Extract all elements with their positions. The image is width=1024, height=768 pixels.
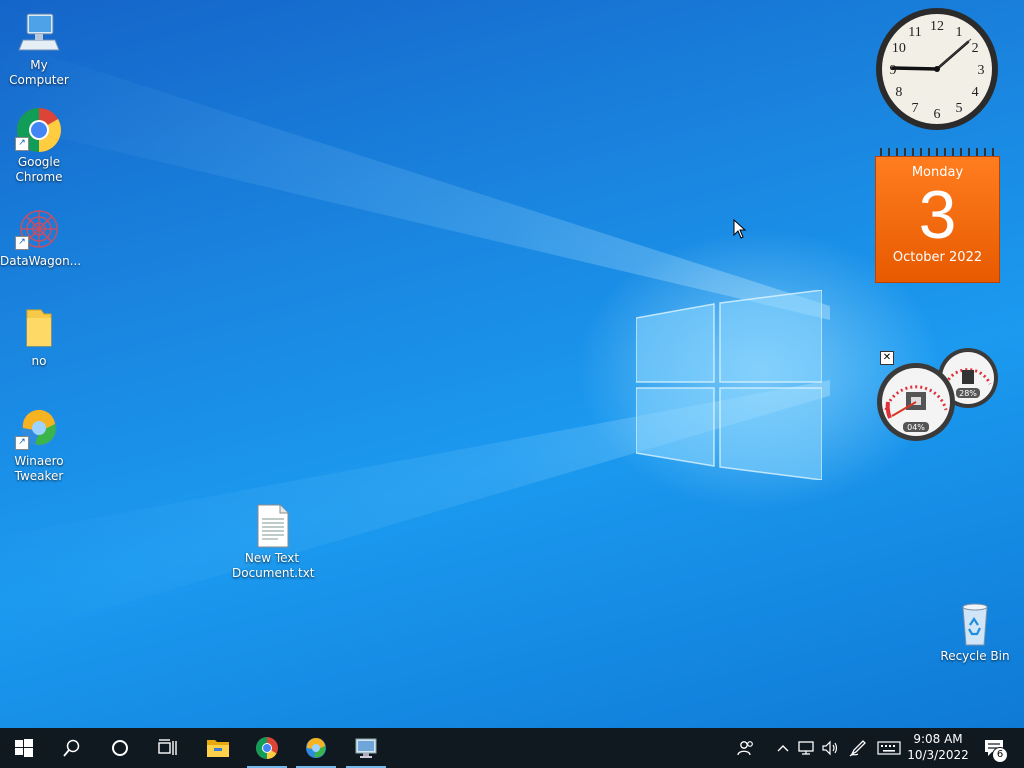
people-button[interactable] [734,728,758,768]
taskbar-remote-desktop[interactable] [342,728,390,768]
clock-numeral: 4 [972,85,979,100]
volume-icon [822,740,838,756]
taskbar-file-explorer[interactable] [194,728,242,768]
clock-gadget[interactable]: 12 12 3 45678 9 1011 [874,6,1000,132]
clock-numeral: 7 [912,101,919,116]
cortana-icon [112,740,128,756]
desktop-icon-new-text-document[interactable]: New Text Document.txt [232,503,315,581]
text-file-icon [248,503,296,549]
pen-icon [849,740,866,757]
clock-numeral: 12 [930,19,944,34]
taskbar-time: 9:08 AM [913,732,963,746]
clock-hour-hand [891,66,939,71]
clock-numeral: 11 [908,25,921,40]
taskbar-winaero-tweaker[interactable] [292,728,340,768]
desktop-icon-my-computer[interactable]: My Computer [0,10,78,88]
windows-ink-button[interactable] [846,728,870,768]
clock-numeral: 3 [978,63,985,78]
desktop[interactable]: My Computer ↗ Google Chrome ↗ DataWagon.… [0,0,1024,728]
desktop-icon-folder-no[interactable]: no [0,306,78,369]
ram-chip-icon [962,370,974,384]
cortana-button[interactable] [96,728,144,768]
windows-logo [636,290,822,480]
desktop-icon-label: DataWagon... [0,254,82,268]
clock-numeral: 2 [972,41,979,56]
start-button[interactable] [0,728,48,768]
desktop-icon-winaero-tweaker[interactable]: ↗ Winaero Tweaker [0,406,78,484]
taskbar-chrome[interactable] [243,728,291,768]
keyboard-icon [877,741,901,755]
chevron-up-icon [777,745,789,752]
shortcut-arrow-icon: ↗ [15,436,29,450]
cpu-percent-text: 04% [907,423,925,432]
desktop-icon-recycle-bin[interactable]: Recycle Bin [936,601,1014,664]
desktop-icon-datawagon[interactable]: ↗ DataWagon... [0,206,82,269]
cpu-meter-gadget[interactable]: 28% 04% [876,346,1000,442]
start-icon [15,739,33,757]
datawagon-icon: ↗ [15,206,63,252]
touch-keyboard-button[interactable] [874,728,904,768]
desktop-icon-label: Winaero Tweaker [14,454,64,483]
clock-numeral: 6 [934,107,941,122]
search-icon [63,739,80,757]
calendar-day-number: 3 [918,177,957,253]
task-view-button[interactable] [144,728,192,768]
task-view-icon [158,739,177,755]
taskbar: 9:08 AM 10/3/2022 [0,728,1024,768]
desktop-icon-label: My Computer [9,58,69,87]
desktop-icon-label: no [31,354,47,368]
desktop-icon-google-chrome[interactable]: ↗ Google Chrome [0,107,78,185]
volume-button[interactable] [819,728,841,768]
network-button[interactable] [796,728,818,768]
clock-numeral: 8 [895,85,902,100]
clock-numeral: 10 [892,41,906,56]
wallpaper-beam [0,40,830,320]
ram-percent-text: 28% [959,389,977,398]
winaero-icon [306,737,326,758]
computer-icon [15,10,63,56]
desktop-icon-label: Recycle Bin [940,649,1010,663]
chrome-icon: ↗ [15,107,63,153]
desktop-icon-label: Google Chrome [15,155,63,184]
chrome-icon [256,737,278,759]
shortcut-arrow-icon: ↗ [15,236,29,250]
show-hidden-icons-button[interactable] [772,728,794,768]
taskbar-clock[interactable]: 9:08 AM 10/3/2022 [906,728,970,768]
calendar-gadget[interactable]: Monday 3 October 2022 [875,148,1000,283]
folder-icon [15,306,63,352]
taskbar-date: 10/3/2022 [907,748,969,762]
file-explorer-icon [207,740,229,757]
notification-count-badge: 6 [992,747,1008,763]
recycle-bin-icon [951,601,999,647]
shortcut-arrow-icon: ↗ [15,137,29,151]
clock-numeral: 5 [956,101,963,116]
winaero-icon: ↗ [15,406,63,452]
search-button[interactable] [48,728,96,768]
network-icon [798,741,814,755]
mouse-cursor-icon [733,219,747,239]
clock-numeral: 1 [956,25,963,40]
clock-numeral: 9 [890,63,897,78]
calendar-month-year: October 2022 [892,250,983,265]
people-icon [737,741,753,756]
remote-desktop-icon [355,738,377,758]
desktop-icon-label: New Text Document.txt [232,551,315,580]
